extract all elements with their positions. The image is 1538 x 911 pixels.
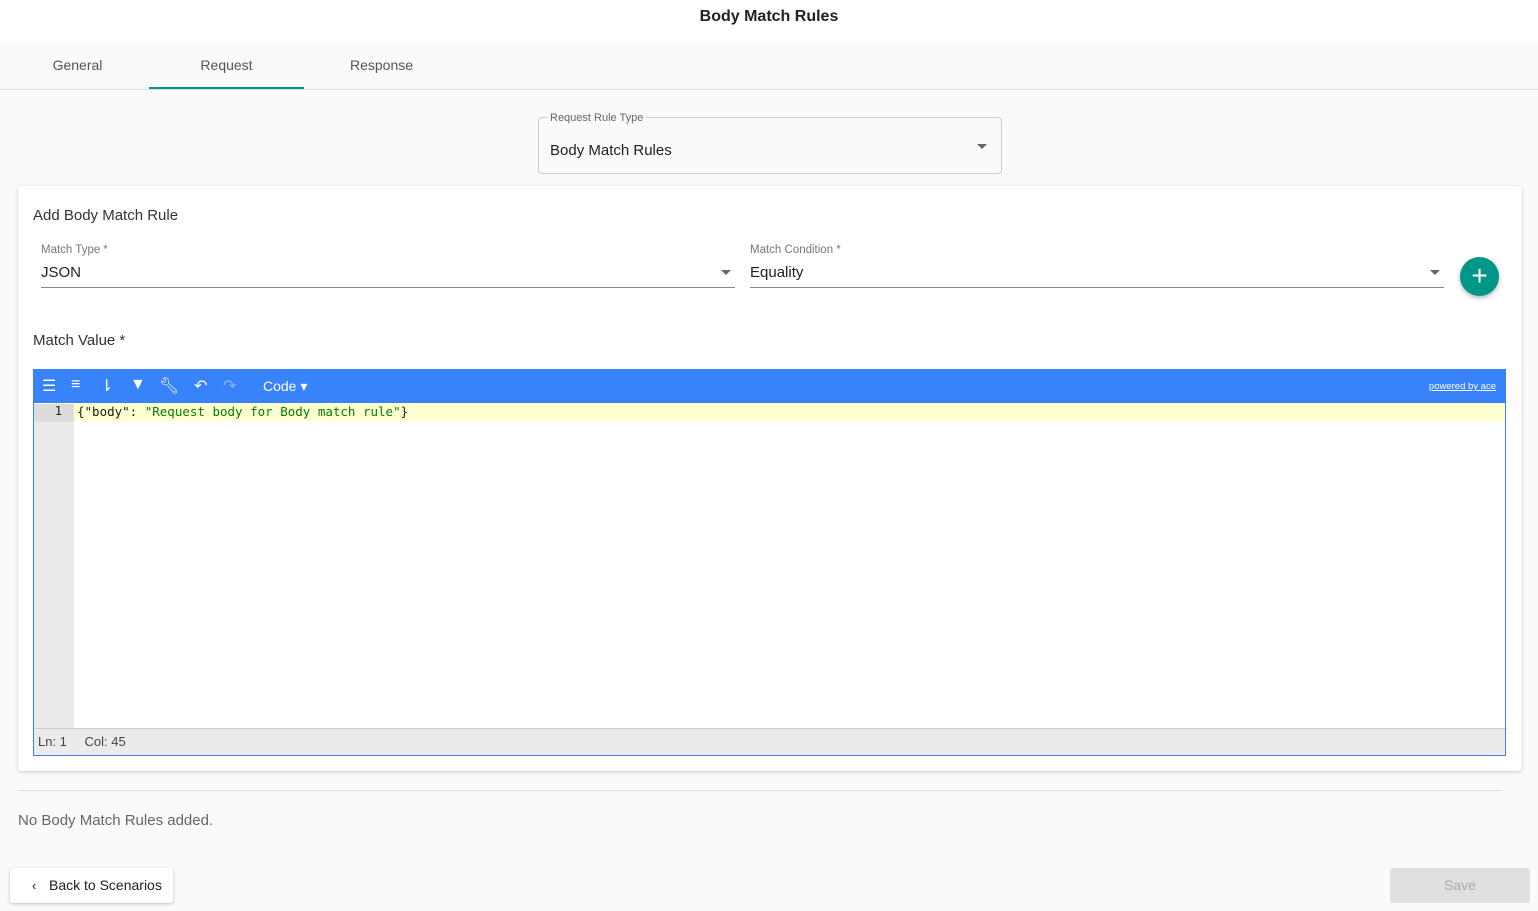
code-end: } [400, 404, 409, 419]
divider [18, 790, 1502, 791]
back-label: Back to Scenarios [49, 877, 162, 893]
match-type-value: JSON [41, 264, 82, 281]
match-condition-select[interactable]: Match Condition * Equality [750, 244, 1444, 288]
back-to-scenarios-button[interactable]: ‹ Back to Scenarios [10, 868, 173, 903]
match-value-label: Match Value * [33, 332, 126, 349]
chevron-down-icon [721, 270, 731, 275]
powered-by-ace-link[interactable]: powered by ace [1429, 381, 1496, 392]
tab-bar: General Request Response [0, 42, 1538, 90]
request-rule-type-value: Body Match Rules [550, 142, 672, 159]
code-string: "Request body for Body match rule" [144, 404, 401, 419]
format-icon[interactable]: ☰ [42, 376, 56, 396]
plus-icon: + [1471, 260, 1488, 291]
line-number: 1 [34, 404, 74, 422]
filter-icon[interactable]: ▼ [130, 376, 146, 394]
editor-toolbar: ☰ ≡ ⇂ ▼ 🔧︎ ↶ ↷ Code ▾ powered by ace [34, 370, 1505, 403]
match-type-label: Match Type * [41, 244, 108, 256]
request-rule-type-label: Request Rule Type [547, 112, 647, 124]
repair-wrench-icon[interactable]: 🔧︎ [159, 376, 179, 396]
mode-select[interactable]: Code ▾ [263, 378, 307, 395]
status-line: Ln: 1 [38, 734, 67, 749]
json-editor[interactable]: ☰ ≡ ⇂ ▼ 🔧︎ ↶ ↷ Code ▾ powered by ace 1 {… [33, 369, 1506, 756]
compact-icon[interactable]: ≡ [71, 376, 80, 394]
match-condition-value: Equality [750, 264, 804, 281]
chevron-left-icon: ‹ [32, 878, 37, 893]
match-condition-label: Match Condition * [750, 244, 841, 256]
editor-gutter [34, 403, 74, 728]
page-title: Body Match Rules [0, 0, 1538, 42]
redo-icon[interactable]: ↷ [223, 376, 236, 396]
chevron-down-icon [977, 144, 987, 149]
editor-status-bar: Ln: 1 Col: 45 [34, 728, 1505, 755]
add-rule-button[interactable]: + [1460, 257, 1499, 296]
undo-icon[interactable]: ↶ [194, 376, 207, 396]
chevron-down-icon [1430, 270, 1440, 275]
status-column: Col: 45 [84, 734, 126, 749]
empty-message: No Body Match Rules added. [18, 812, 214, 829]
card-heading: Add Body Match Rule [33, 207, 179, 224]
add-rule-card: Add Body Match Rule Match Type * JSON Ma… [18, 186, 1522, 771]
code-key: {"body": [77, 404, 145, 419]
match-type-select[interactable]: Match Type * JSON [41, 244, 735, 288]
sort-icon[interactable]: ⇂ [100, 376, 113, 396]
request-rule-type-select[interactable]: Request Rule Type Body Match Rules [538, 112, 1002, 174]
code-line[interactable]: {"body": "Request body for Body match ru… [77, 404, 408, 419]
save-button[interactable]: Save [1390, 868, 1530, 903]
tab-general[interactable]: General [0, 42, 155, 89]
tab-response[interactable]: Response [304, 42, 459, 89]
tab-request[interactable]: Request [149, 42, 304, 89]
